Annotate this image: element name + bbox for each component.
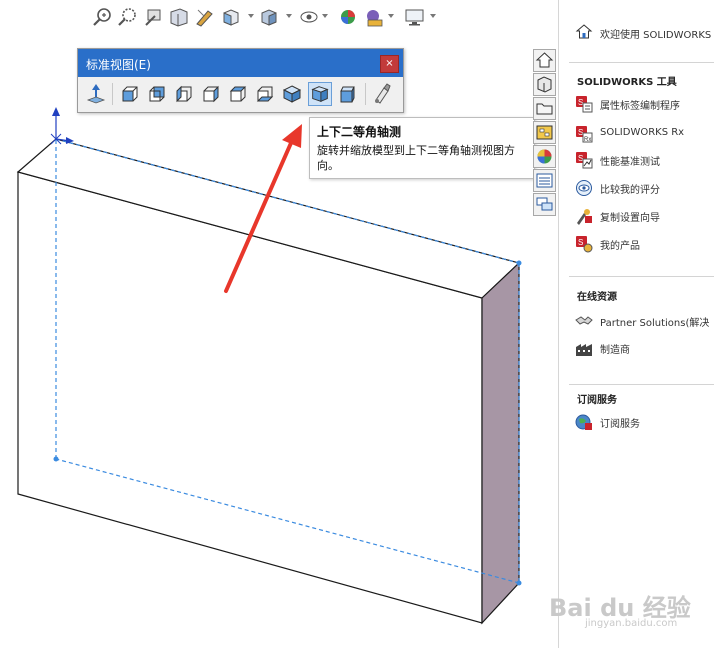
svg-text:Rx: Rx xyxy=(584,137,591,143)
dynamic-annotation-icon[interactable] xyxy=(194,6,216,28)
tool-label: 复制设置向导 xyxy=(600,213,660,224)
tool-label: 我的产品 xyxy=(600,241,640,252)
divider xyxy=(569,62,714,63)
close-button[interactable]: × xyxy=(380,55,399,73)
manufacturer-factory-icon xyxy=(576,344,592,356)
home-icon xyxy=(535,52,554,68)
view-palette-icon xyxy=(536,125,553,140)
back-view-icon[interactable] xyxy=(145,82,169,106)
solidworks-rx-icon: SRx xyxy=(576,126,593,143)
subscription-item[interactable]: 订阅服务 xyxy=(575,412,714,432)
tab-appearances[interactable] xyxy=(533,145,556,168)
task-pane-tabs xyxy=(531,46,558,218)
view-selector-icon[interactable] xyxy=(370,82,394,106)
tab-custom-properties[interactable] xyxy=(533,169,556,192)
tool-item-my-products[interactable]: S 我的产品 xyxy=(575,234,714,254)
online-label: Partner Solutions(解决 xyxy=(600,318,710,329)
top-view-icon[interactable] xyxy=(226,82,250,106)
tab-design-library[interactable] xyxy=(533,73,556,96)
box-side-face xyxy=(481,261,520,625)
previous-view-icon[interactable] xyxy=(143,6,165,28)
box-model[interactable] xyxy=(16,138,521,625)
watermark-url: jingyan.baidu.com xyxy=(585,618,678,629)
tool-item-performance-benchmark[interactable]: S 性能基准测试 xyxy=(575,150,714,170)
online-item-manufacturer[interactable]: 制造商 xyxy=(575,338,714,358)
tool-label: 比较我的评分 xyxy=(600,185,660,196)
isometric-view-icon[interactable] xyxy=(280,82,304,106)
tool-item-copy-settings-wizard[interactable]: 复制设置向导 xyxy=(575,206,714,226)
tab-solidworks-resources[interactable] xyxy=(533,49,556,72)
subscription-globe-icon xyxy=(575,414,592,430)
welcome-label: 欢迎使用 SOLIDWORKS xyxy=(600,30,712,41)
partner-handshake-icon xyxy=(575,316,593,325)
tool-item-compare-score[interactable]: 比较我的评分 xyxy=(575,178,714,198)
custom-properties-icon xyxy=(536,173,553,188)
bottom-view-icon[interactable] xyxy=(253,82,277,106)
compare-score-icon xyxy=(576,180,592,196)
tooltip-title: 上下二等角轴测 xyxy=(317,125,402,139)
tool-label: SOLIDWORKS Rx xyxy=(600,127,685,138)
property-tab-builder-icon: S xyxy=(576,96,593,113)
tool-label: 属性标签编制程序 xyxy=(600,101,680,112)
tooltip-body: 旋转并缩放模型到上下二等角轴测视图方向。 xyxy=(317,144,515,172)
hide-show-items-icon[interactable] xyxy=(298,6,320,28)
forum-chat-icon xyxy=(536,197,553,211)
tool-item-solidworks-rx[interactable]: S Rx SOLIDWORKS Rx xyxy=(575,124,714,144)
section-view-icon[interactable] xyxy=(168,6,190,28)
front-view-icon[interactable] xyxy=(118,82,142,106)
origin-triad-icon xyxy=(50,107,74,145)
heads-up-view-toolbar xyxy=(88,2,448,32)
online-label: 制造商 xyxy=(600,345,630,356)
home-icon xyxy=(575,24,593,39)
welcome-link[interactable]: 欢迎使用 SOLIDWORKS xyxy=(575,22,714,42)
dimetric-view-icon[interactable] xyxy=(308,82,332,106)
online-item-partner-solutions[interactable]: Partner Solutions(解决 xyxy=(575,311,714,331)
tab-forum[interactable] xyxy=(533,193,556,216)
svg-text:S: S xyxy=(578,238,583,247)
normal-to-icon[interactable] xyxy=(84,82,108,106)
online-section-title: 在线资源 xyxy=(577,292,617,303)
view-orientation-icon[interactable] xyxy=(220,6,242,28)
zoom-to-area-icon[interactable] xyxy=(117,6,139,28)
subscription-section-title: 订阅服务 xyxy=(577,395,617,406)
right-view-icon[interactable] xyxy=(199,82,223,106)
tool-label: 性能基准测试 xyxy=(600,157,660,168)
folder-icon xyxy=(536,103,553,115)
performance-benchmark-icon: S xyxy=(576,152,593,169)
display-style-icon[interactable] xyxy=(258,6,280,28)
apply-scene-icon[interactable] xyxy=(363,6,385,28)
design-library-icon xyxy=(537,76,552,93)
divider xyxy=(569,384,714,385)
zoom-to-fit-icon[interactable] xyxy=(92,6,114,28)
standard-views-toolbar: 标准视图(E) × xyxy=(77,48,404,113)
subscription-label: 订阅服务 xyxy=(600,419,640,430)
my-products-icon: S xyxy=(576,236,593,253)
appearances-icon xyxy=(537,149,552,164)
left-view-icon[interactable] xyxy=(172,82,196,106)
tools-section-title: SOLIDWORKS 工具 xyxy=(577,77,677,88)
standard-views-titlebar[interactable]: 标准视图(E) × xyxy=(78,49,403,77)
divider xyxy=(569,276,714,277)
copy-settings-wizard-icon xyxy=(577,209,592,225)
edit-appearance-icon[interactable] xyxy=(338,6,360,28)
standard-views-title: 标准视图(E) xyxy=(86,58,151,72)
tab-file-explorer[interactable] xyxy=(533,97,556,120)
tab-view-palette[interactable] xyxy=(533,121,556,144)
trimetric-view-icon[interactable] xyxy=(336,82,360,106)
task-pane: 欢迎使用 SOLIDWORKS SOLIDWORKS 工具 S 属性标签编制程序… xyxy=(558,0,714,648)
tool-item-property-tab-builder[interactable]: S 属性标签编制程序 xyxy=(575,94,714,114)
tooltip: 上下二等角轴测 旋转并缩放模型到上下二等角轴测视图方向。 xyxy=(309,117,535,179)
view-settings-icon[interactable] xyxy=(404,6,426,28)
